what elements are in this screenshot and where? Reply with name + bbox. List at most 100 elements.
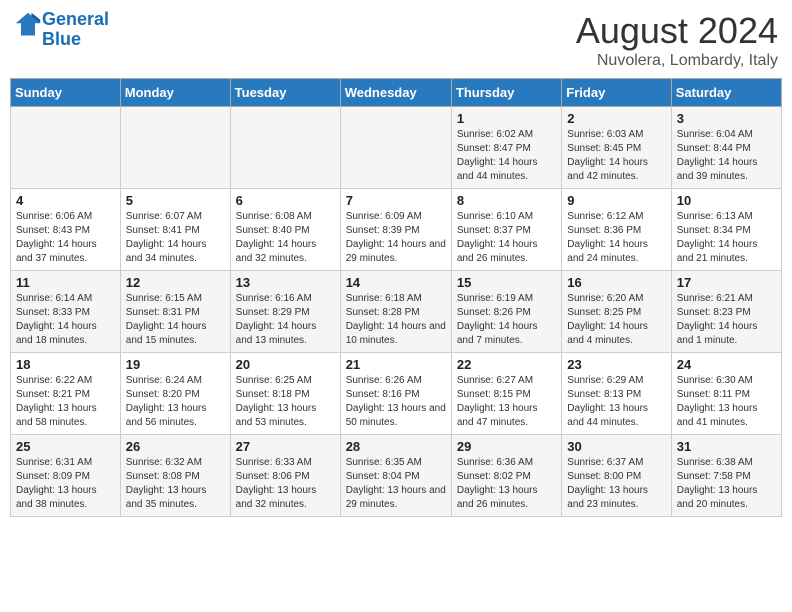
calendar-cell: 22Sunrise: 6:27 AM Sunset: 8:15 PM Dayli…	[451, 353, 561, 435]
day-number: 8	[457, 193, 556, 208]
day-number: 20	[236, 357, 335, 372]
day-info: Sunrise: 6:12 AM Sunset: 8:36 PM Dayligh…	[567, 210, 665, 266]
day-number: 16	[567, 275, 665, 290]
day-number: 1	[457, 111, 556, 126]
calendar-week-row: 11 Sunrise: 6:14 AM Sunset: 8:33 PM Dayli…	[11, 271, 782, 353]
day-number: 28	[346, 439, 446, 454]
logo-text: General Blue	[42, 10, 109, 50]
location: Nuvolera, Lombardy, Italy	[576, 52, 778, 70]
calendar-cell: 31Sunrise: 6:38 AM Sunset: 7:58 PM Dayli…	[671, 435, 781, 517]
calendar-cell: 15Sunrise: 6:19 AM Sunset: 8:26 PM Dayli…	[451, 271, 561, 353]
day-number: 9	[567, 193, 665, 208]
day-info: Sunrise: 6:35 AM Sunset: 8:04 PM Dayligh…	[346, 456, 446, 512]
calendar-cell: 29 Sunrise: 6:36 AM Sunset: 8:02 PM Dayli…	[451, 435, 561, 517]
calendar-cell	[340, 107, 451, 189]
day-number: 25	[16, 439, 115, 454]
calendar-cell	[230, 107, 340, 189]
calendar-cell: 9 Sunrise: 6:12 AM Sunset: 8:36 PM Daylig…	[562, 189, 671, 271]
day-info: Sunrise: 6:15 AM Sunset: 8:31 PM Dayligh…	[126, 292, 225, 348]
day-number: 21	[346, 357, 446, 372]
day-info: Sunrise: 6:20 AM Sunset: 8:25 PM Dayligh…	[567, 292, 665, 348]
calendar-cell: 30Sunrise: 6:37 AM Sunset: 8:00 PM Dayli…	[562, 435, 671, 517]
day-number: 23	[567, 357, 665, 372]
day-info: Sunrise: 6:10 AM Sunset: 8:37 PM Dayligh…	[457, 210, 556, 266]
logo: General Blue	[14, 10, 109, 50]
calendar-cell: 8 Sunrise: 6:10 AM Sunset: 8:37 PM Daylig…	[451, 189, 561, 271]
calendar-week-row: 18 Sunrise: 6:22 AM Sunset: 8:21 PM Dayli…	[11, 353, 782, 435]
day-number: 3	[677, 111, 776, 126]
day-info: Sunrise: 6:04 AM Sunset: 8:44 PM Dayligh…	[677, 128, 776, 184]
day-number: 2	[567, 111, 665, 126]
day-info: Sunrise: 6:08 AM Sunset: 8:40 PM Dayligh…	[236, 210, 335, 266]
calendar-cell: 21 Sunrise: 6:26 AM Sunset: 8:16 PM Dayli…	[340, 353, 451, 435]
day-info: Sunrise: 6:36 AM Sunset: 8:02 PM Dayligh…	[457, 456, 556, 512]
day-number: 22	[457, 357, 556, 372]
day-info: Sunrise: 6:14 AM Sunset: 8:33 PM Dayligh…	[16, 292, 115, 348]
day-info: Sunrise: 6:29 AM Sunset: 8:13 PM Dayligh…	[567, 374, 665, 430]
day-info: Sunrise: 6:25 AM Sunset: 8:18 PM Dayligh…	[236, 374, 335, 430]
day-number: 5	[126, 193, 225, 208]
day-info: Sunrise: 6:07 AM Sunset: 8:41 PM Dayligh…	[126, 210, 225, 266]
day-info: Sunrise: 6:26 AM Sunset: 8:16 PM Dayligh…	[346, 374, 446, 430]
page-header: General Blue August 2024 Nuvolera, Lomba…	[10, 10, 782, 70]
calendar-cell: 23 Sunrise: 6:29 AM Sunset: 8:13 PM Dayli…	[562, 353, 671, 435]
day-number: 12	[126, 275, 225, 290]
day-number: 10	[677, 193, 776, 208]
calendar-cell: 7 Sunrise: 6:09 AM Sunset: 8:39 PM Daylig…	[340, 189, 451, 271]
day-info: Sunrise: 6:02 AM Sunset: 8:47 PM Dayligh…	[457, 128, 556, 184]
calendar-cell: 6 Sunrise: 6:08 AM Sunset: 8:40 PM Daylig…	[230, 189, 340, 271]
day-number: 18	[16, 357, 115, 372]
calendar-cell	[11, 107, 121, 189]
logo-icon	[14, 11, 42, 39]
calendar-cell: 24Sunrise: 6:30 AM Sunset: 8:11 PM Dayli…	[671, 353, 781, 435]
day-info: Sunrise: 6:13 AM Sunset: 8:34 PM Dayligh…	[677, 210, 776, 266]
day-number: 13	[236, 275, 335, 290]
calendar-cell: 4 Sunrise: 6:06 AM Sunset: 8:43 PM Daylig…	[11, 189, 121, 271]
day-info: Sunrise: 6:31 AM Sunset: 8:09 PM Dayligh…	[16, 456, 115, 512]
header-tuesday: Tuesday	[230, 79, 340, 107]
calendar-week-row: 1 Sunrise: 6:02 AM Sunset: 8:47 PM Daylig…	[11, 107, 782, 189]
header-monday: Monday	[120, 79, 230, 107]
day-number: 29	[457, 439, 556, 454]
day-number: 7	[346, 193, 446, 208]
header-wednesday: Wednesday	[340, 79, 451, 107]
day-number: 19	[126, 357, 225, 372]
day-info: Sunrise: 6:03 AM Sunset: 8:45 PM Dayligh…	[567, 128, 665, 184]
header-sunday: Sunday	[11, 79, 121, 107]
calendar-cell: 1 Sunrise: 6:02 AM Sunset: 8:47 PM Daylig…	[451, 107, 561, 189]
day-number: 11	[16, 275, 115, 290]
calendar-cell: 26 Sunrise: 6:32 AM Sunset: 8:08 PM Dayli…	[120, 435, 230, 517]
calendar-header-row: SundayMondayTuesdayWednesdayThursdayFrid…	[11, 79, 782, 107]
day-info: Sunrise: 6:09 AM Sunset: 8:39 PM Dayligh…	[346, 210, 446, 266]
day-number: 6	[236, 193, 335, 208]
day-info: Sunrise: 6:06 AM Sunset: 8:43 PM Dayligh…	[16, 210, 115, 266]
day-info: Sunrise: 6:32 AM Sunset: 8:08 PM Dayligh…	[126, 456, 225, 512]
calendar-cell	[120, 107, 230, 189]
calendar-cell: 27Sunrise: 6:33 AM Sunset: 8:06 PM Dayli…	[230, 435, 340, 517]
title-block: August 2024 Nuvolera, Lombardy, Italy	[576, 10, 778, 70]
calendar-cell: 11 Sunrise: 6:14 AM Sunset: 8:33 PM Dayli…	[11, 271, 121, 353]
calendar-cell: 5 Sunrise: 6:07 AM Sunset: 8:41 PM Daylig…	[120, 189, 230, 271]
month-year: August 2024	[576, 10, 778, 52]
day-info: Sunrise: 6:24 AM Sunset: 8:20 PM Dayligh…	[126, 374, 225, 430]
day-info: Sunrise: 6:19 AM Sunset: 8:26 PM Dayligh…	[457, 292, 556, 348]
calendar-cell: 18 Sunrise: 6:22 AM Sunset: 8:21 PM Dayli…	[11, 353, 121, 435]
calendar-cell: 17Sunrise: 6:21 AM Sunset: 8:23 PM Dayli…	[671, 271, 781, 353]
day-number: 31	[677, 439, 776, 454]
day-info: Sunrise: 6:21 AM Sunset: 8:23 PM Dayligh…	[677, 292, 776, 348]
calendar-cell: 3 Sunrise: 6:04 AM Sunset: 8:44 PM Daylig…	[671, 107, 781, 189]
calendar-cell: 10 Sunrise: 6:13 AM Sunset: 8:34 PM Dayli…	[671, 189, 781, 271]
day-number: 14	[346, 275, 446, 290]
calendar-week-row: 4 Sunrise: 6:06 AM Sunset: 8:43 PM Daylig…	[11, 189, 782, 271]
calendar-table: SundayMondayTuesdayWednesdayThursdayFrid…	[10, 78, 782, 517]
header-friday: Friday	[562, 79, 671, 107]
calendar-cell: 25 Sunrise: 6:31 AM Sunset: 8:09 PM Dayli…	[11, 435, 121, 517]
calendar-cell: 20 Sunrise: 6:25 AM Sunset: 8:18 PM Dayli…	[230, 353, 340, 435]
day-info: Sunrise: 6:37 AM Sunset: 8:00 PM Dayligh…	[567, 456, 665, 512]
calendar-cell: 16 Sunrise: 6:20 AM Sunset: 8:25 PM Dayli…	[562, 271, 671, 353]
day-number: 4	[16, 193, 115, 208]
day-info: Sunrise: 6:22 AM Sunset: 8:21 PM Dayligh…	[16, 374, 115, 430]
day-number: 26	[126, 439, 225, 454]
day-info: Sunrise: 6:18 AM Sunset: 8:28 PM Dayligh…	[346, 292, 446, 348]
calendar-cell: 13Sunrise: 6:16 AM Sunset: 8:29 PM Dayli…	[230, 271, 340, 353]
